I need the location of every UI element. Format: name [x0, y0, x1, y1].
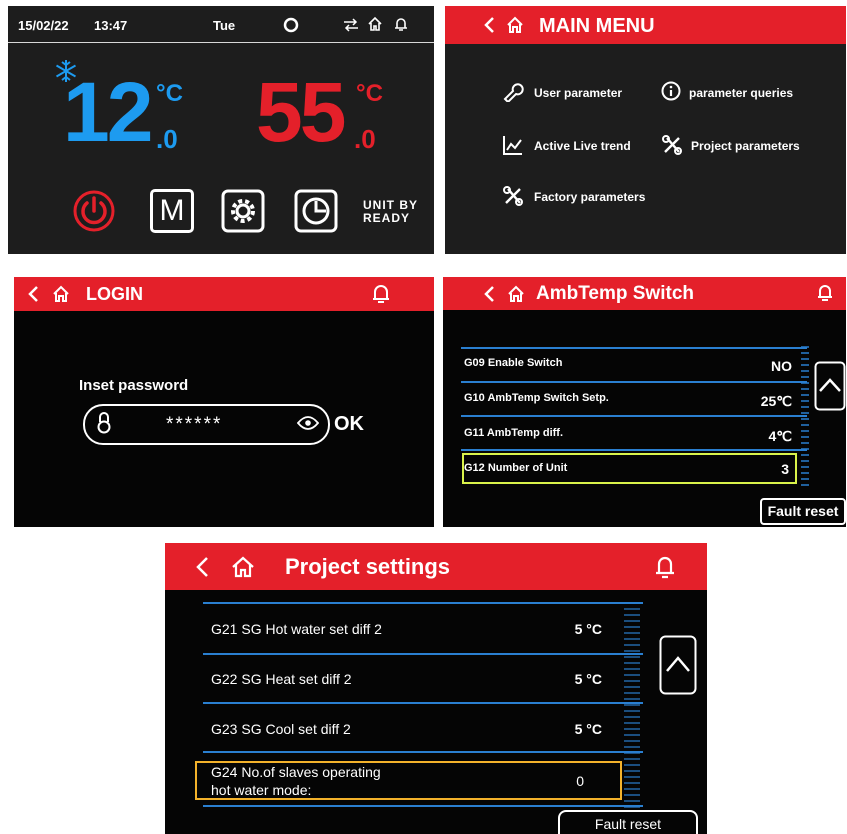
menu-item-project-parameters[interactable]: Project parameters: [691, 139, 800, 153]
sync-icon[interactable]: [282, 16, 300, 34]
menu-item-active-live-trend[interactable]: Active Live trend: [534, 139, 631, 153]
scroll-up-button[interactable]: [814, 361, 846, 411]
menu-item-user-parameter[interactable]: User parameter: [534, 86, 622, 100]
home-screen: 15/02/22 13:47 Tue 12 °C .0 55 °C .0 M U…: [8, 6, 434, 254]
power-icon[interactable]: [72, 189, 116, 233]
param-label-g24-line2: hot water mode:: [211, 782, 312, 798]
header-bar: LOGIN: [14, 277, 434, 311]
row-divider: [461, 347, 807, 349]
back-chevron-icon[interactable]: [27, 286, 39, 302]
transfer-arrows-icon[interactable]: [343, 18, 359, 32]
header-bar: AmbTemp Switch: [443, 277, 846, 310]
param-label-g12: G12 Number of Unit: [464, 462, 568, 474]
main-menu-screen: MAIN MENU User parameter parameter queri…: [445, 6, 846, 254]
wrench-icon: [503, 83, 524, 102]
password-prompt: Inset password: [79, 377, 189, 394]
password-mask: ******: [166, 414, 223, 435]
tools-icon: [662, 135, 682, 155]
home-icon[interactable]: [367, 16, 383, 32]
home-icon[interactable]: [506, 16, 524, 34]
scroll-track[interactable]: [801, 343, 809, 493]
lock-icon: [97, 412, 111, 434]
param-label-g21: G21 SG Hot water set diff 2: [211, 621, 382, 637]
page-title: AmbTemp Switch: [536, 283, 694, 304]
home-icon[interactable]: [52, 285, 70, 303]
status-line-1: UNIT BY: [363, 198, 418, 212]
row-divider: [203, 805, 643, 807]
param-value-g24[interactable]: 0: [576, 773, 584, 789]
left-temperature: 12: [63, 65, 153, 159]
param-label-g10: G10 AmbTemp Switch Setp.: [464, 392, 609, 404]
bell-icon[interactable]: [816, 283, 834, 303]
bell-icon[interactable]: [654, 554, 676, 580]
param-label-g09: G09 Enable Switch: [464, 357, 563, 369]
fault-reset-button[interactable]: Fault reset: [558, 810, 698, 834]
trend-chart-icon: [503, 136, 522, 155]
row-divider: [203, 751, 643, 753]
param-value-g12[interactable]: 3: [781, 461, 789, 477]
home-icon[interactable]: [231, 556, 255, 578]
right-temperature: 55: [256, 65, 346, 159]
row-divider: [461, 415, 807, 417]
param-label-g23: G23 SG Cool set diff 2: [211, 721, 351, 737]
param-value-g10[interactable]: 25℃: [761, 393, 792, 410]
row-divider: [461, 381, 807, 383]
header-divider: [8, 42, 434, 43]
login-screen: LOGIN Inset password ****** OK: [14, 277, 434, 527]
ok-button[interactable]: OK: [334, 413, 364, 436]
status-line-2: READY: [363, 211, 411, 225]
eye-icon[interactable]: [297, 415, 319, 431]
left-temp-unit: °C: [156, 80, 183, 107]
param-label-g22: G22 SG Heat set diff 2: [211, 671, 352, 687]
row-divider: [203, 602, 643, 604]
header-bar: Project settings: [165, 543, 707, 590]
right-temp-unit: °C: [356, 80, 383, 107]
param-value-g23[interactable]: 5 °C: [575, 721, 602, 737]
bell-icon[interactable]: [371, 283, 391, 305]
mode-button[interactable]: M: [150, 189, 194, 233]
settings-gear-icon[interactable]: [221, 189, 265, 233]
clock-icon[interactable]: [294, 189, 338, 233]
back-chevron-icon[interactable]: [483, 17, 495, 33]
row-divider: [203, 653, 643, 655]
param-value-g21[interactable]: 5 °C: [575, 621, 602, 637]
row-divider: [461, 449, 807, 451]
info-icon: [661, 81, 681, 101]
page-title: LOGIN: [86, 284, 143, 304]
header-bar: MAIN MENU: [445, 6, 846, 44]
menu-item-parameter-queries[interactable]: parameter queries: [689, 86, 793, 100]
menu-item-factory-parameters[interactable]: Factory parameters: [534, 190, 645, 204]
scroll-track[interactable]: [624, 603, 640, 813]
row-divider: [203, 702, 643, 704]
page-title: Project settings: [285, 554, 451, 579]
ambtemp-switch-screen: AmbTemp Switch G09 Enable Switch NO G10 …: [443, 277, 846, 527]
right-temp-decimal: .0: [354, 124, 376, 154]
param-value-g22[interactable]: 5 °C: [575, 671, 602, 687]
param-value-g09[interactable]: NO: [771, 358, 792, 374]
weekday-label: Tue: [213, 18, 236, 33]
back-chevron-icon[interactable]: [483, 286, 495, 302]
param-value-g11[interactable]: 4℃: [768, 428, 792, 445]
scroll-up-button[interactable]: [659, 635, 697, 695]
fault-reset-button[interactable]: Fault reset: [760, 498, 846, 525]
page-title: MAIN MENU: [539, 15, 655, 37]
time-label: 13:47: [94, 18, 128, 33]
project-settings-screen: Project settings G21 SG Hot water set di…: [165, 543, 707, 834]
param-label-g24-line1: G24 No.of slaves operating: [211, 764, 381, 780]
left-temp-decimal: .0: [156, 124, 178, 154]
bell-icon[interactable]: [394, 16, 408, 32]
tools-icon: [503, 186, 523, 206]
param-label-g11: G11 AmbTemp diff.: [464, 427, 564, 439]
date-label: 15/02/22: [18, 18, 69, 33]
home-icon[interactable]: [507, 285, 525, 303]
back-chevron-icon[interactable]: [195, 556, 209, 578]
